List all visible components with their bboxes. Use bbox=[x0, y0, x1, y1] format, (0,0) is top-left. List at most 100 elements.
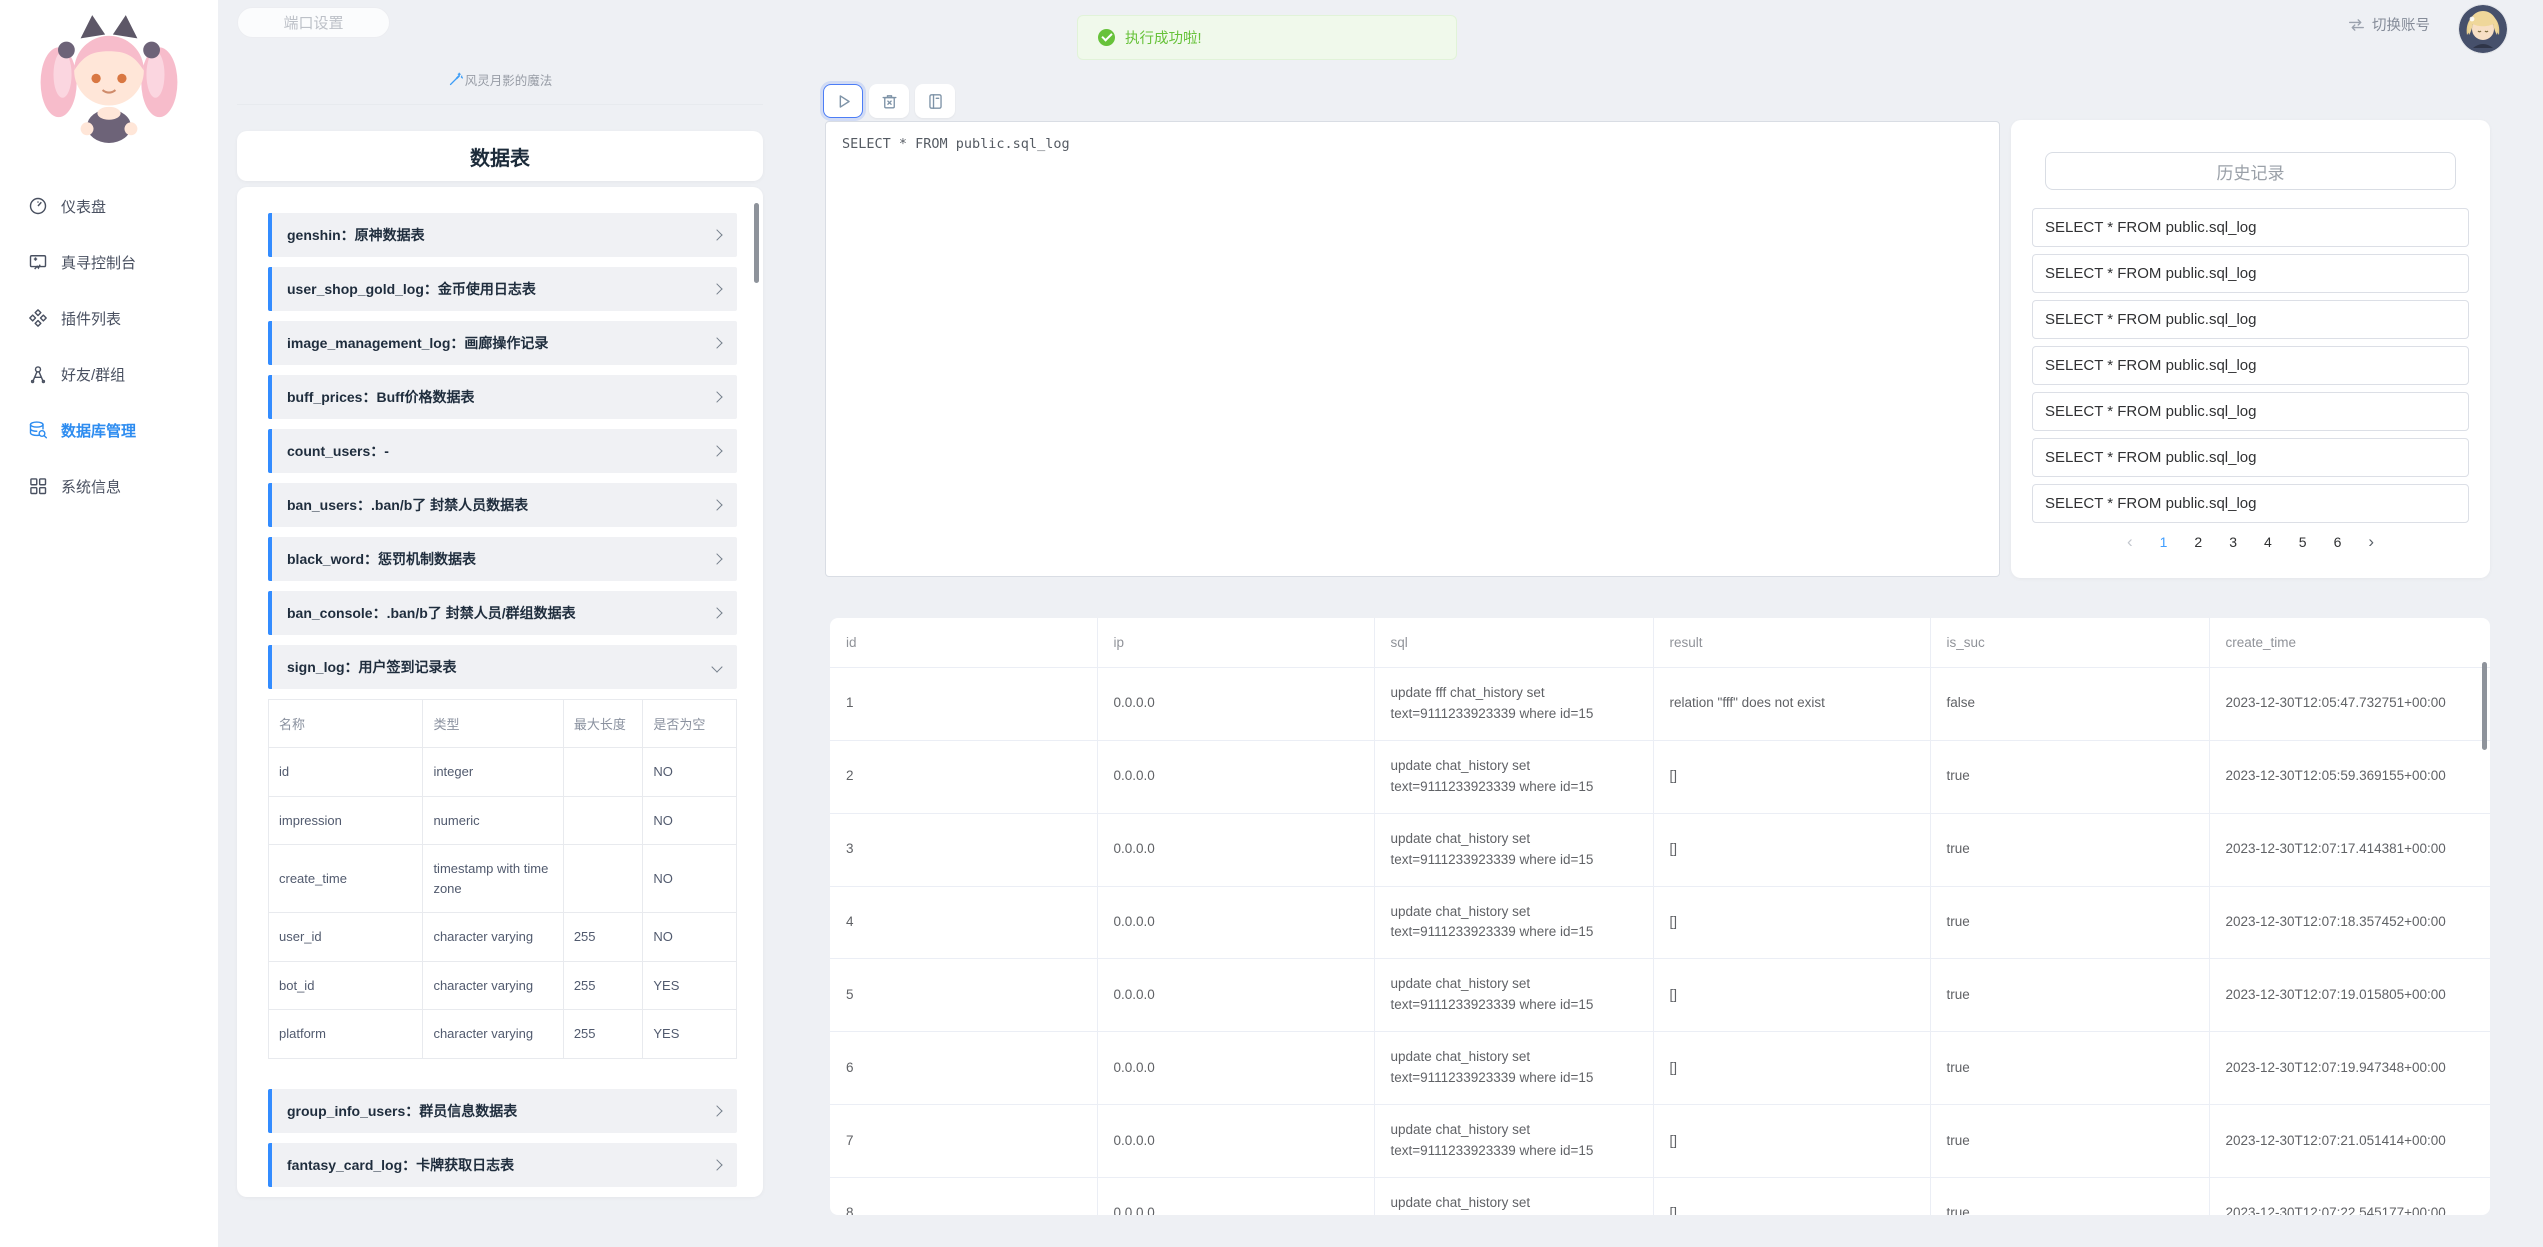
results-header-cell: ip bbox=[1097, 618, 1374, 668]
cell-ip: 0.0.0.0 bbox=[1097, 1105, 1374, 1178]
cell-sql: update fff chat_history set text=9111233… bbox=[1374, 668, 1653, 741]
sidebar-item-system-info[interactable]: 系统信息 bbox=[0, 458, 218, 514]
table-list-item[interactable]: black_word：惩罚机制数据表 bbox=[268, 537, 737, 581]
plugins-icon bbox=[28, 308, 48, 328]
trash-icon bbox=[880, 92, 899, 111]
run-query-button[interactable] bbox=[823, 84, 863, 118]
sidebar-item-label: 数据库管理 bbox=[61, 420, 136, 441]
results-header-row: idipsqlresultis_succreate_time bbox=[830, 618, 2490, 668]
sidebar-item-plugins[interactable]: 插件列表 bbox=[0, 290, 218, 346]
history-item[interactable]: SELECT * FROM public.sql_log bbox=[2032, 484, 2469, 523]
cell-result: [] bbox=[1653, 1177, 1930, 1215]
chevron-right-icon bbox=[711, 445, 722, 456]
table-item-label: black_word：惩罚机制数据表 bbox=[287, 549, 476, 569]
port-settings-label: 端口设置 bbox=[283, 12, 343, 33]
cell-create-time: 2023-12-30T12:05:59.369155+00:00 bbox=[2209, 740, 2490, 813]
pagination-page-button[interactable]: 4 bbox=[2264, 534, 2272, 550]
pagination-page-button[interactable]: 6 bbox=[2334, 534, 2342, 550]
table-item-label: ban_users：.ban/b了 封禁人员数据表 bbox=[287, 495, 528, 515]
schema-cell-name: impression bbox=[269, 796, 423, 845]
results-row: 2 0.0.0.0 update chat_history set text=9… bbox=[830, 740, 2490, 813]
schema-header-cell: 类型 bbox=[423, 700, 563, 748]
clear-query-button[interactable] bbox=[869, 84, 909, 118]
sidebar-item-label: 好友/群组 bbox=[61, 364, 125, 385]
history-item[interactable]: SELECT * FROM public.sql_log bbox=[2032, 392, 2469, 431]
pagination-prev-icon[interactable]: ‹ bbox=[2127, 532, 2133, 552]
history-title-box: 历史记录 bbox=[2045, 152, 2456, 190]
table-list-item[interactable]: image_management_log：画廊操作记录 bbox=[268, 321, 737, 365]
table-item-label: fantasy_card_log：卡牌获取日志表 bbox=[287, 1155, 514, 1175]
sidebar-item-database[interactable]: 数据库管理 bbox=[0, 402, 218, 458]
schema-cell-name: bot_id bbox=[269, 961, 423, 1010]
history-item[interactable]: SELECT * FROM public.sql_log bbox=[2032, 438, 2469, 477]
copy-query-button[interactable] bbox=[915, 84, 955, 118]
schema-cell-nullable: YES bbox=[643, 1010, 737, 1059]
chevron-right-icon bbox=[711, 607, 722, 618]
results-row: 5 0.0.0.0 update chat_history set text=9… bbox=[830, 959, 2490, 1032]
pagination-page-button[interactable]: 2 bbox=[2194, 534, 2202, 550]
table-list-item[interactable]: user_shop_gold_log：金币使用日志表 bbox=[268, 267, 737, 311]
table-list-item[interactable]: sign_log：用户签到记录表 bbox=[268, 645, 737, 689]
results-table: idipsqlresultis_succreate_time 1 0.0.0.0… bbox=[830, 618, 2490, 1215]
table-item-label: image_management_log：画廊操作记录 bbox=[287, 333, 548, 353]
table-list-item[interactable]: count_users：- bbox=[268, 429, 737, 473]
tables-list-scrollbar[interactable] bbox=[754, 203, 759, 283]
table-item-label: count_users：- bbox=[287, 441, 389, 461]
table-list-item[interactable]: buff_prices：Buff价格数据表 bbox=[268, 375, 737, 419]
pagination-page-button[interactable]: 1 bbox=[2160, 534, 2168, 550]
history-pagination: ‹ 1 2 3 4 5 6 › bbox=[2011, 532, 2490, 552]
sidebar-item-friends-groups[interactable]: 好友/群组 bbox=[0, 346, 218, 402]
history-item[interactable]: SELECT * FROM public.sql_log bbox=[2032, 254, 2469, 293]
cell-is-suc: true bbox=[1930, 813, 2209, 886]
schema-row: user_id character varying 255 NO bbox=[269, 913, 737, 962]
user-avatar[interactable] bbox=[2459, 5, 2507, 53]
schema-cell-nullable: NO bbox=[643, 913, 737, 962]
cell-id: 5 bbox=[830, 959, 1097, 1032]
history-panel: 历史记录 SELECT * FROM public.sql_log SELECT… bbox=[2011, 120, 2490, 578]
table-list-item[interactable]: genshin：原神数据表 bbox=[268, 213, 737, 257]
sidebar-item-console[interactable]: 真寻控制台 bbox=[0, 234, 218, 290]
schema-cell-maxlen bbox=[563, 748, 643, 797]
cell-create-time: 2023-12-30T12:07:22.545177+00:00 bbox=[2209, 1177, 2490, 1215]
table-list-item[interactable]: ban_users：.ban/b了 封禁人员数据表 bbox=[268, 483, 737, 527]
history-item[interactable]: SELECT * FROM public.sql_log bbox=[2032, 346, 2469, 385]
tables-list-bottom: group_info_users：群员信息数据表 fantasy_card_lo… bbox=[268, 1089, 737, 1187]
cell-is-suc: true bbox=[1930, 886, 2209, 959]
table-item-label: sign_log：用户签到记录表 bbox=[287, 657, 457, 677]
sql-editor-input[interactable]: SELECT * FROM public.sql_log bbox=[825, 121, 2000, 577]
pagination-page-button[interactable]: 5 bbox=[2299, 534, 2307, 550]
history-title: 历史记录 bbox=[2217, 159, 2285, 184]
pagination-next-icon[interactable]: › bbox=[2368, 532, 2374, 552]
cell-sql: update chat_history set text=91112339233… bbox=[1374, 1032, 1653, 1105]
cell-is-suc: true bbox=[1930, 740, 2209, 813]
port-settings-button[interactable]: 端口设置 bbox=[237, 7, 390, 38]
mascot-illustration bbox=[29, 10, 189, 152]
schema-cell-maxlen: 255 bbox=[563, 961, 643, 1010]
schema-cell-name: id bbox=[269, 748, 423, 797]
cell-result: relation "fff" does not exist bbox=[1653, 668, 1930, 741]
cell-ip: 0.0.0.0 bbox=[1097, 886, 1374, 959]
chevron-right-icon bbox=[711, 337, 722, 348]
history-item[interactable]: SELECT * FROM public.sql_log bbox=[2032, 300, 2469, 339]
cell-ip: 0.0.0.0 bbox=[1097, 813, 1374, 886]
sidebar-item-dashboard[interactable]: 仪表盘 bbox=[0, 178, 218, 234]
cell-sql: update chat_history set text=91112339233… bbox=[1374, 1105, 1653, 1178]
results-header-cell: id bbox=[830, 618, 1097, 668]
table-list-item[interactable]: ban_console：.ban/b了 封禁人员/群组数据表 bbox=[268, 591, 737, 635]
table-item-label: genshin：原神数据表 bbox=[287, 225, 425, 245]
table-list-item[interactable]: fantasy_card_log：卡牌获取日志表 bbox=[268, 1143, 737, 1187]
schema-cell-type: character varying bbox=[423, 1010, 563, 1059]
schema-row: impression numeric NO bbox=[269, 796, 737, 845]
history-item[interactable]: SELECT * FROM public.sql_log bbox=[2032, 208, 2469, 247]
chevron-right-icon bbox=[711, 229, 722, 240]
schema-cell-type: character varying bbox=[423, 961, 563, 1010]
table-item-label: user_shop_gold_log：金币使用日志表 bbox=[287, 279, 536, 299]
pagination-page-button[interactable]: 3 bbox=[2229, 534, 2237, 550]
cell-sql: update chat_history set text=91112339233… bbox=[1374, 959, 1653, 1032]
switch-account-button[interactable]: 切换账号 bbox=[2348, 14, 2430, 35]
results-table-scrollbar[interactable] bbox=[2482, 662, 2487, 750]
schema-cell-name: user_id bbox=[269, 913, 423, 962]
table-list-item[interactable]: group_info_users：群员信息数据表 bbox=[268, 1089, 737, 1133]
tables-panel: 风灵月影的魔法 数据表 genshin：原神数据表 bbox=[237, 70, 763, 1197]
cell-sql: update chat_history set text=91112339233… bbox=[1374, 740, 1653, 813]
